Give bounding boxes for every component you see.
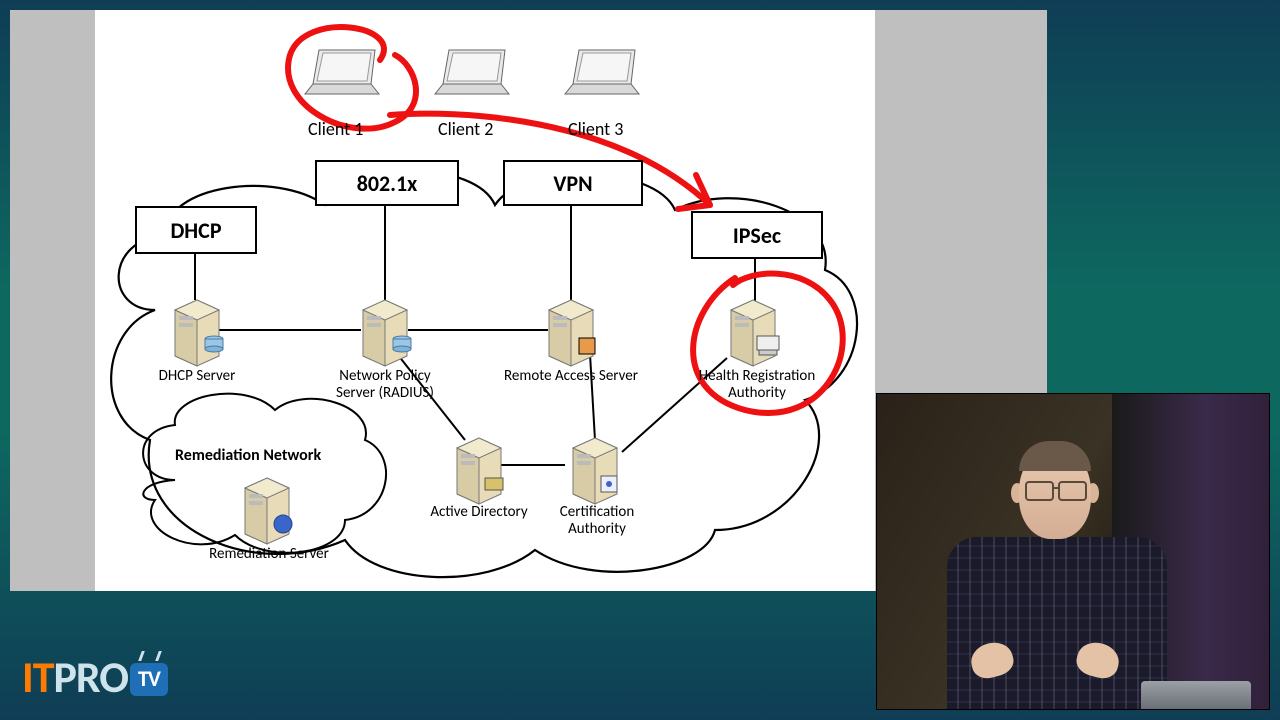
box-dhcp: DHCP — [135, 206, 257, 254]
logo-pro: PRO — [54, 650, 129, 704]
slide: Client 1 Client 2 Client 3 DHCP 802.1x V… — [95, 10, 875, 591]
logo-tv: TV — [130, 663, 168, 696]
box-8021x: 802.1x — [315, 160, 459, 206]
logo-it: IT — [22, 650, 54, 704]
lbl-hra: Health Registration Authority — [677, 368, 837, 403]
presenter-laptop — [1141, 681, 1251, 709]
remediation-title: Remediation Network — [175, 446, 321, 465]
client2-label: Client 2 — [438, 118, 493, 140]
presenter-pip — [876, 393, 1270, 710]
box-ipsec: IPSec — [691, 211, 823, 259]
itprotv-logo: ITPROTV — [22, 650, 168, 704]
lbl-ca: Certification Authority — [517, 504, 677, 539]
laptop-icons — [305, 50, 639, 94]
box-vpn: VPN — [503, 160, 643, 206]
presenter — [927, 429, 1157, 709]
video-frame: Client 1 Client 2 Client 3 DHCP 802.1x V… — [0, 0, 1280, 720]
client3-label: Client 3 — [568, 118, 623, 140]
client1-label: Client 1 — [308, 118, 363, 140]
lbl-remediation-server: Remediation Server — [189, 546, 349, 563]
lbl-ras: Remote Access Server — [491, 368, 651, 385]
lbl-nps: Network Policy Server (RADIUS) — [305, 368, 465, 403]
lbl-dhcp-server: DHCP Server — [117, 368, 277, 385]
